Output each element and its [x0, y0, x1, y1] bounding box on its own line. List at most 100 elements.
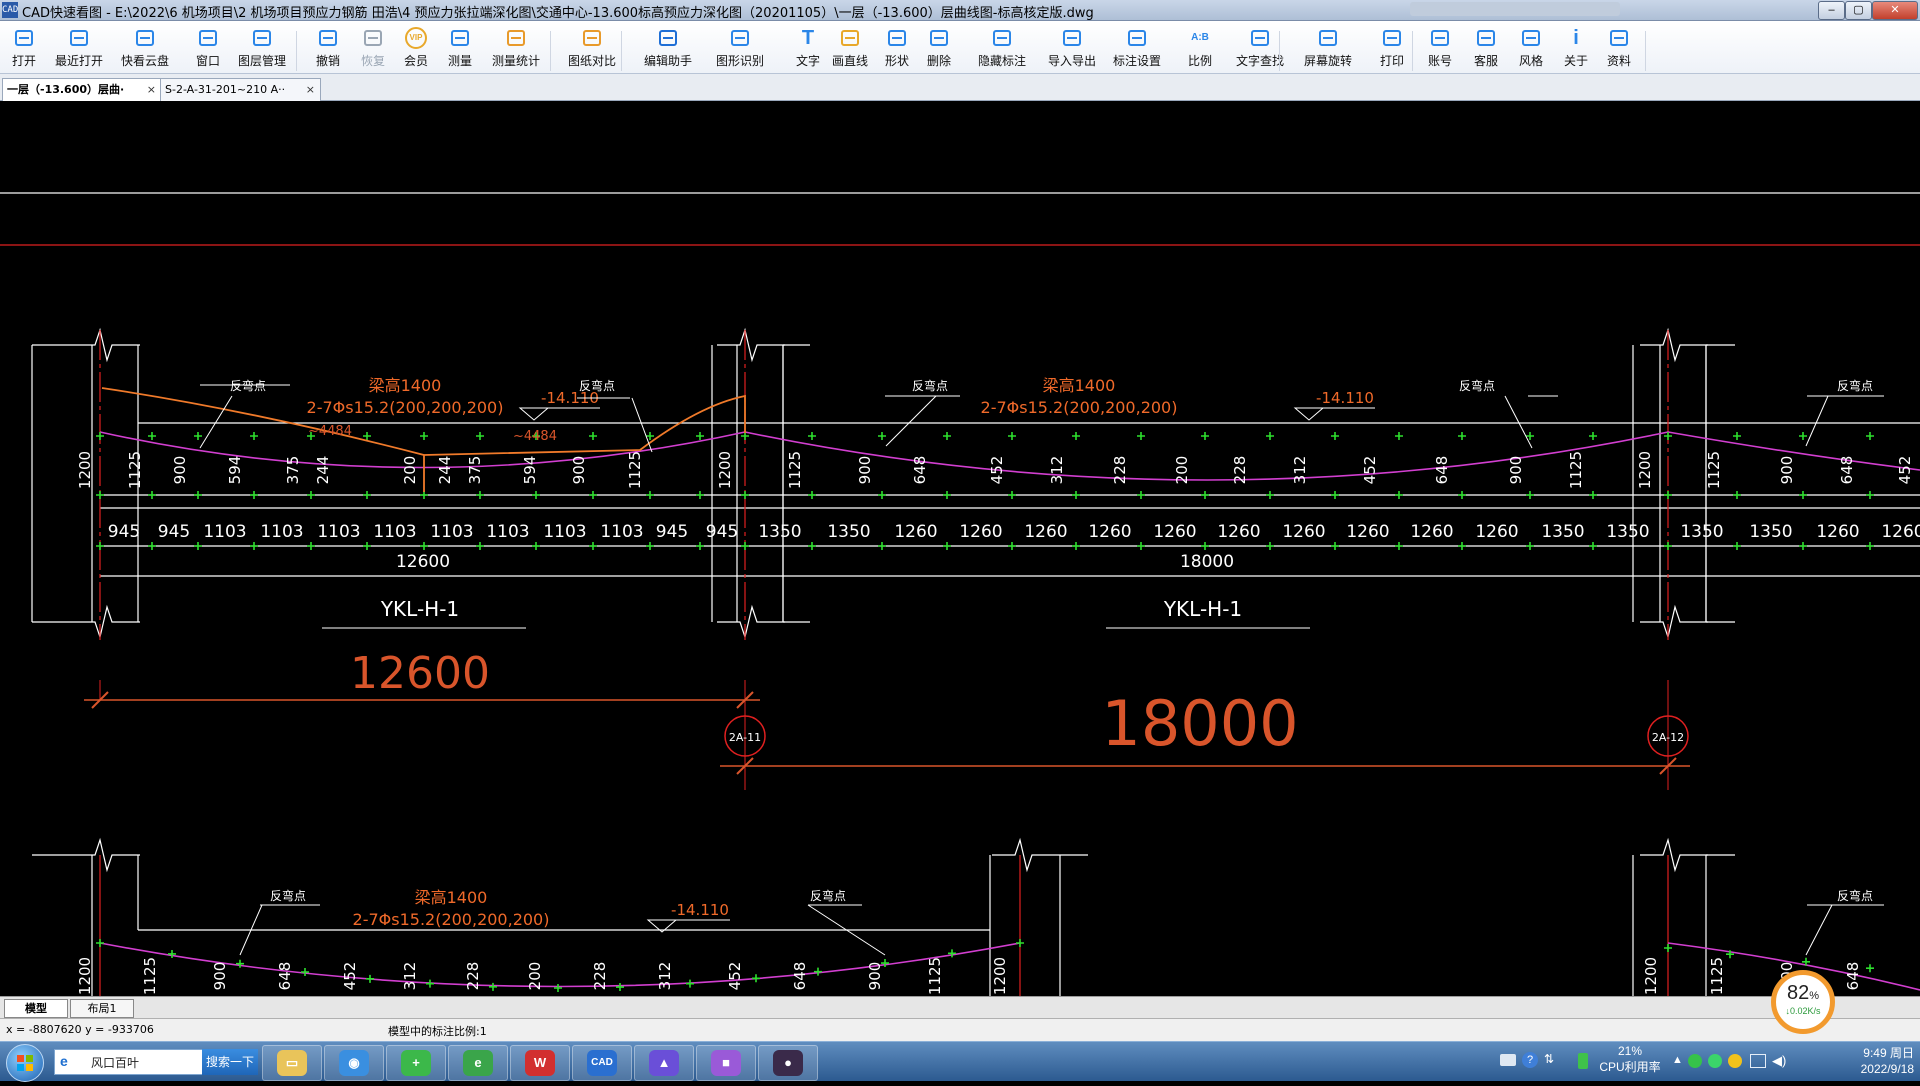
tendon-node-marker — [1395, 432, 1403, 440]
taskbar-app-explorer[interactable]: ▭ — [262, 1045, 322, 1081]
vip-icon: VIP — [405, 27, 427, 49]
toolbar-button-text[interactable]: T 文字 — [789, 25, 827, 71]
folder-open-icon — [13, 27, 35, 49]
tray-expand-icon[interactable]: ▲ — [1672, 1054, 1683, 1066]
toolbar-button-edit-assistant[interactable]: 编辑助手 — [636, 25, 700, 71]
battery-icon[interactable] — [1578, 1053, 1588, 1069]
toolbar-button-info[interactable]: i 关于 — [1557, 25, 1595, 71]
tray-green-icon[interactable] — [1688, 1054, 1702, 1068]
toolbar-button-vip[interactable]: VIP 会员 — [397, 25, 435, 71]
toolbar-button-label: 最近打开 — [54, 54, 103, 68]
help-icon[interactable]: ? — [1522, 1052, 1538, 1068]
clock[interactable]: 9:49 周日 2022/9/18 — [1818, 1045, 1914, 1077]
inflection-point-label: 反弯点 — [1837, 888, 1873, 903]
start-button[interactable] — [6, 1044, 44, 1082]
toolbar-button-line[interactable]: 画直线 — [828, 25, 872, 71]
toolbar-button-account[interactable]: 账号 — [1421, 25, 1459, 71]
layout-tab-model[interactable]: 模型 — [4, 999, 68, 1018]
toolbar-button-layers[interactable]: 图层管理 — [233, 25, 291, 71]
annotation-scale-note: 模型中的标注比例:1 — [388, 1025, 487, 1038]
taskbar-app-wps-office[interactable]: W — [510, 1045, 570, 1081]
break-line-symbol — [1640, 327, 1708, 363]
toolbar-button-label: 屏幕旋转 — [1303, 54, 1352, 68]
taskbar-app-green-app[interactable]: + — [386, 1045, 446, 1081]
document-tab-1-label: 一层（-13.600）层曲· — [7, 83, 125, 96]
toolbar-button-annotation-settings[interactable]: 标注设置 — [1108, 25, 1166, 71]
toolbar-button-label: 隐藏标注 — [977, 54, 1026, 68]
tendon-spec-note: 2-7Φs15.2(200,200,200) — [307, 398, 504, 417]
toolbar-button-recent[interactable]: 最近打开 — [50, 25, 108, 71]
break-line-symbol — [72, 837, 140, 873]
tendon-node-marker — [1526, 491, 1534, 499]
taskbar-app-ie-green[interactable]: e — [448, 1045, 508, 1081]
toolbar-button-documents[interactable]: 资料 — [1600, 25, 1638, 71]
toolbar-button-window[interactable]: 窗口 — [189, 25, 227, 71]
document-tab-1[interactable]: 一层（-13.600）层曲· × — [2, 78, 162, 101]
toolbar-button-shape-recognize[interactable]: 图形识别 — [711, 25, 769, 71]
dimension-text-vertical: 375 — [284, 456, 302, 485]
keyboard-icon[interactable] — [1500, 1054, 1516, 1066]
tendon-node-marker — [1137, 491, 1145, 499]
taskbar-app-purple-app[interactable]: ■ — [696, 1045, 756, 1081]
beam-label-right: YKL-H-1 — [1163, 597, 1242, 621]
toolbar-button-print[interactable]: 打印 — [1373, 25, 1411, 71]
close-tab-2-icon[interactable]: × — [306, 79, 315, 101]
toolbar-button-redo[interactable]: 恢复 — [354, 25, 392, 71]
tendon-node-marker — [878, 432, 886, 440]
dimension-text-vertical: 1125 — [126, 451, 144, 489]
toolbar-button-shape[interactable]: 形状 — [878, 25, 916, 71]
dimension-text-vertical: 452 — [988, 456, 1006, 485]
document-tab-2[interactable]: S-2-A-31-201~210 A·· × — [160, 78, 321, 101]
tendon-node-marker — [1008, 542, 1016, 550]
break-line-symbol — [72, 604, 140, 640]
tendon-node-marker — [1072, 542, 1080, 550]
toolbar-button-headset[interactable]: 客服 — [1467, 25, 1505, 71]
toolbar-button-cloud[interactable]: 快看云盘 — [116, 25, 174, 71]
dimension-text-vertical: 1125 — [626, 451, 644, 489]
taskbar-app-cad-viewer[interactable]: CAD — [572, 1045, 632, 1081]
toolbar-button-import-export[interactable]: 导入导出 — [1043, 25, 1101, 71]
toolbar-button-style[interactable]: 风格 — [1512, 25, 1550, 71]
toolbar-button-compare[interactable]: 图纸对比 — [563, 25, 621, 71]
avatar-app-icon: ● — [773, 1050, 803, 1076]
tendon-node-marker — [1866, 432, 1874, 440]
toolbar-button-label: 图纸对比 — [567, 54, 616, 68]
display-icon[interactable] — [1750, 1054, 1766, 1068]
dimension-text: 945 — [706, 522, 738, 542]
toolbar-button-measure[interactable]: 测量 — [441, 25, 479, 71]
network-status-icon[interactable]: ⇅ — [1544, 1052, 1554, 1066]
taskbar-app-avatar-app[interactable]: ● — [758, 1045, 818, 1081]
toolbar-button-measure-stats[interactable]: 测量统计 — [487, 25, 545, 71]
maximize-button[interactable]: ▢ — [1845, 1, 1872, 20]
tendon-node-marker — [1458, 432, 1466, 440]
annotation-settings-icon — [1126, 27, 1148, 49]
tendon-node-marker — [1395, 491, 1403, 499]
toolbar-button-undo[interactable]: 撤销 — [309, 25, 347, 71]
dimension-text-vertical: 1200 — [76, 451, 94, 489]
cloud-icon — [134, 27, 156, 49]
tray-yellow-icon[interactable] — [1728, 1054, 1742, 1068]
layout-tab-layout1[interactable]: 布局1 — [70, 999, 134, 1018]
toolbar-button-text-search[interactable]: 文字查找 — [1231, 25, 1289, 71]
close-window-button[interactable]: ✕ — [1872, 1, 1918, 20]
toolbar-button-rotate-screen[interactable]: 屏幕旋转 — [1299, 25, 1357, 71]
dimension-text-vertical: 900 — [211, 962, 229, 991]
toolbar-button-label: 恢复 — [360, 54, 385, 68]
minimize-button[interactable]: – — [1818, 1, 1845, 20]
toolbar-button-hide-annotation[interactable]: 隐藏标注 — [973, 25, 1031, 71]
taskbar-search-box[interactable]: e 风口百叶 — [54, 1049, 204, 1075]
speed-widget[interactable]: 82% ↓0.02K/s — [1771, 970, 1835, 1034]
taskbar-app-browser-360[interactable]: ◉ — [324, 1045, 384, 1081]
tendon-node-marker — [489, 982, 497, 991]
orange-note: ~4484 — [308, 424, 352, 439]
wechat-icon[interactable] — [1708, 1054, 1722, 1068]
tendon-node-marker — [1664, 491, 1672, 499]
volume-icon[interactable]: ◀) — [1772, 1053, 1786, 1069]
close-tab-1-icon[interactable]: × — [147, 79, 156, 101]
toolbar-button-eraser[interactable]: 删除 — [920, 25, 958, 71]
taskbar-app-picture-app[interactable]: ▲ — [634, 1045, 694, 1081]
taskbar-search-button[interactable]: 搜索一下 — [202, 1049, 258, 1075]
toolbar-button-scale[interactable]: A:B 比例 — [1181, 25, 1219, 71]
toolbar-button-folder-open[interactable]: 打开 — [4, 25, 44, 71]
drawing-canvas[interactable]: 1200 1125 900 594 375 244 200 244 375 594 900 1125 1… — [0, 101, 1920, 996]
